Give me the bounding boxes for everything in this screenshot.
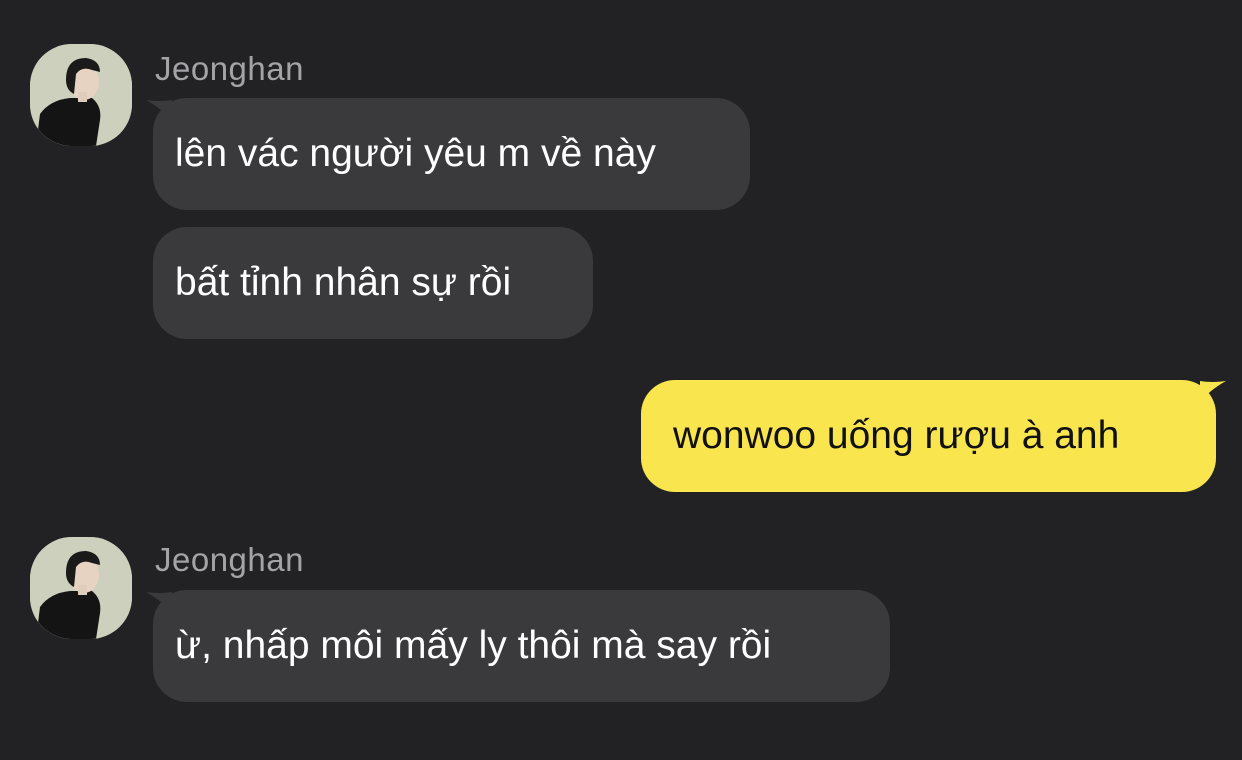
message-bubble-outgoing[interactable]: wonwoo uống rượu à anh bbox=[641, 380, 1216, 492]
message-bubble-incoming[interactable]: lên vác người yêu m về này bbox=[153, 98, 750, 210]
chat-window: Jeonghan lên vác người yêu m về này bất … bbox=[0, 0, 1242, 760]
profile-photo-icon bbox=[30, 44, 132, 146]
message-bubble-incoming[interactable]: bất tỉnh nhân sự rồi bbox=[153, 227, 593, 339]
profile-photo-icon bbox=[30, 537, 132, 639]
avatar[interactable] bbox=[30, 537, 132, 639]
bubble-tail-icon bbox=[1200, 381, 1226, 403]
message-bubble-incoming[interactable]: ừ, nhấp môi mấy ly thôi mà say rồi bbox=[153, 590, 890, 702]
avatar[interactable] bbox=[30, 44, 132, 146]
sender-name: Jeonghan bbox=[155, 541, 304, 578]
sender-name: Jeonghan bbox=[155, 50, 304, 87]
